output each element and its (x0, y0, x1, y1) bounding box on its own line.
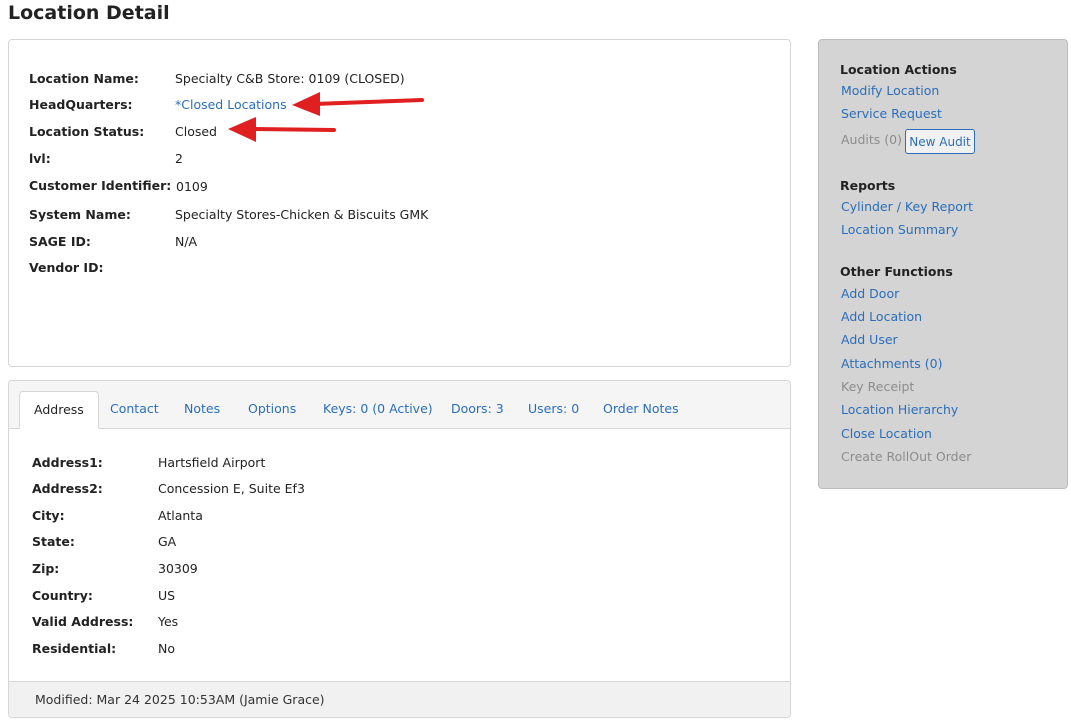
tab-doors[interactable]: Doors: 3 (437, 391, 518, 429)
location-hierarchy-link[interactable]: Location Hierarchy (841, 402, 958, 417)
sidebar-actions-panel: Location Actions Modify Location Service… (818, 39, 1068, 489)
audits-count: Audits (0) (841, 132, 902, 147)
tab-bar: Address Contact Notes Options Keys: 0 (0… (9, 381, 790, 429)
headquarters-label: HeadQuarters: (29, 97, 133, 112)
annotation-arrow-status (228, 117, 336, 142)
sage-id-label: SAGE ID: (29, 234, 91, 249)
residential-value: No (158, 641, 175, 656)
address2-value: Concession E, Suite Ef3 (158, 481, 305, 496)
tab-address[interactable]: Address (19, 391, 99, 429)
tab-contact[interactable]: Contact (96, 391, 173, 429)
add-door-link[interactable]: Add Door (841, 286, 899, 301)
location-status-value: Closed (175, 124, 217, 139)
customer-identifier-label: Customer Identifier: (29, 178, 172, 193)
create-rollout-order-disabled: Create RollOut Order (841, 449, 972, 464)
address2-label: Address2: (32, 481, 103, 496)
modify-location-link[interactable]: Modify Location (841, 83, 939, 98)
service-request-link[interactable]: Service Request (841, 106, 942, 121)
zip-value: 30309 (158, 561, 198, 576)
customer-identifier-value: 0109 (176, 179, 208, 194)
key-receipt-disabled: Key Receipt (841, 379, 915, 394)
lvl-value: 2 (175, 151, 183, 166)
other-functions-heading: Other Functions (840, 264, 953, 279)
sage-id-value: N/A (175, 234, 198, 249)
add-user-link[interactable]: Add User (841, 332, 898, 347)
valid-address-value: Yes (158, 614, 179, 629)
location-name-label: Location Name: (29, 71, 139, 86)
location-actions-heading: Location Actions (840, 62, 957, 77)
add-location-link[interactable]: Add Location (841, 309, 922, 324)
vendor-id-label: Vendor ID: (29, 260, 104, 275)
reports-heading: Reports (840, 178, 896, 193)
tab-options[interactable]: Options (234, 391, 310, 429)
location-status-label: Location Status: (29, 124, 145, 139)
city-value: Atlanta (158, 508, 203, 523)
tab-keys[interactable]: Keys: 0 (0 Active) (309, 391, 447, 429)
annotation-arrow-headquarters (292, 92, 424, 116)
location-detail-tabs-panel: Address Contact Notes Options Keys: 0 (0… (8, 380, 791, 718)
page-title: Location Detail (8, 2, 170, 24)
headquarters-link[interactable]: *Closed Locations (175, 97, 287, 112)
state-label: State: (32, 534, 75, 549)
location-name-value: Specialty C&B Store: 0109 (CLOSED) (175, 71, 405, 86)
residential-label: Residential: (32, 641, 117, 656)
zip-label: Zip: (32, 561, 60, 576)
city-label: City: (32, 508, 65, 523)
country-label: Country: (32, 588, 93, 603)
address1-label: Address1: (32, 455, 103, 470)
valid-address-label: Valid Address: (32, 614, 134, 629)
location-summary-link[interactable]: Location Summary (841, 222, 958, 237)
cylinder-key-report-link[interactable]: Cylinder / Key Report (841, 199, 973, 214)
tab-notes[interactable]: Notes (170, 391, 234, 429)
close-location-link[interactable]: Close Location (841, 426, 932, 441)
attachments-link[interactable]: Attachments (0) (841, 356, 942, 371)
system-name-value: Specialty Stores-Chicken & Biscuits GMK (175, 207, 429, 222)
new-audit-button[interactable]: New Audit (905, 129, 975, 154)
tab-order-notes[interactable]: Order Notes (589, 391, 693, 429)
country-value: US (158, 588, 176, 603)
state-value: GA (158, 534, 177, 549)
tab-users[interactable]: Users: 0 (514, 391, 593, 429)
address1-value: Hartsfield Airport (158, 455, 266, 470)
modified-footer: Modified: Mar 24 2025 10:53AM (Jamie Gra… (9, 681, 790, 717)
lvl-label: lvl: (29, 151, 51, 166)
system-name-label: System Name: (29, 207, 131, 222)
